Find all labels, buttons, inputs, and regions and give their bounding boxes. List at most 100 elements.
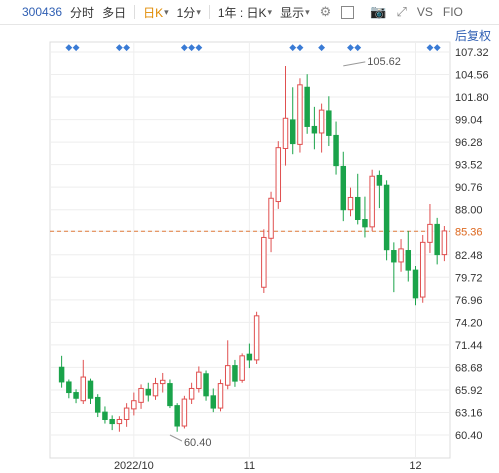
y-tick-label: 88.00 — [455, 205, 483, 217]
candle-body — [203, 373, 209, 397]
x-tick-label: 2022/10 — [114, 460, 154, 472]
candle-body — [427, 223, 433, 243]
candle — [224, 340, 231, 390]
candle — [340, 151, 347, 222]
candle — [282, 66, 289, 166]
candle — [109, 415, 115, 431]
candle — [398, 239, 404, 272]
candle — [304, 74, 310, 134]
candle — [239, 353, 245, 383]
candle-body — [326, 110, 332, 136]
candle-body — [246, 353, 253, 361]
event-marker-icon: ◆ — [347, 42, 354, 52]
candle — [434, 217, 440, 265]
candle-body — [159, 379, 166, 385]
candle — [232, 359, 238, 387]
candle-body — [131, 400, 137, 410]
y-tick-label: 68.68 — [455, 362, 483, 374]
event-marker-icon: ◆ — [426, 42, 433, 52]
max-price-annotation: 105.62 — [367, 56, 401, 68]
y-tick-label: 90.76 — [455, 182, 483, 194]
candle-body — [304, 86, 310, 127]
y-tick-label: 65.92 — [455, 385, 483, 397]
y-tick-label: 63.16 — [455, 407, 483, 419]
candle-body — [289, 119, 296, 145]
candle — [268, 191, 274, 253]
event-marker-icon: ◆ — [289, 42, 296, 52]
candle-body — [419, 241, 426, 298]
candle-body — [138, 387, 144, 403]
candle — [333, 121, 339, 175]
event-marker-icon: ◆ — [123, 42, 130, 52]
candle-body — [412, 269, 419, 299]
candle — [138, 384, 144, 409]
candle-body — [347, 196, 354, 211]
candle — [405, 230, 412, 282]
candle-body — [58, 366, 65, 383]
candle-body — [109, 418, 115, 425]
y-tick-label: 76.96 — [455, 295, 483, 307]
candle — [145, 382, 152, 402]
candle-body — [174, 405, 180, 427]
candle — [217, 379, 224, 412]
y-tick-label: 101.80 — [455, 92, 489, 104]
candle-body — [123, 407, 130, 420]
plot-frame — [49, 41, 451, 459]
x-tick-label: 11 — [244, 460, 255, 472]
candle-body — [398, 248, 404, 263]
event-marker-icon: ◆ — [195, 42, 202, 52]
candle-body — [362, 219, 368, 228]
y-tick-label: 96.28 — [455, 137, 483, 149]
y-tick-label: 107.32 — [455, 47, 489, 59]
candle-body — [188, 387, 195, 400]
candle — [152, 377, 159, 400]
candle — [376, 170, 383, 209]
candle-body — [239, 355, 245, 381]
candle — [427, 203, 433, 253]
candle — [354, 173, 361, 225]
candle-body — [66, 381, 72, 394]
candle-body — [275, 147, 282, 203]
candle — [102, 406, 108, 424]
candle — [73, 389, 79, 404]
y-tick-label: 104.56 — [455, 70, 489, 82]
candle-body — [354, 196, 361, 221]
candle-body — [318, 109, 325, 134]
candle-body — [311, 125, 318, 134]
y-tick-label: 71.44 — [455, 340, 483, 352]
event-marker-icon: ◆ — [318, 42, 325, 52]
candle-body — [383, 184, 390, 251]
candle-body — [94, 396, 101, 413]
candle — [58, 355, 65, 388]
candlestick-chart[interactable]: 107.32 104.56 101.80 99.04 96.28 93.52 90.76 88… — [0, 0, 499, 473]
x-tick-label: 12 — [409, 460, 421, 472]
candle — [369, 169, 375, 231]
candle-body — [232, 365, 238, 382]
candle — [87, 378, 94, 404]
candle-body — [405, 250, 412, 271]
candle — [419, 235, 426, 303]
candle — [123, 403, 130, 427]
candle-body — [217, 383, 224, 409]
candle-body — [167, 383, 173, 407]
candle-body — [297, 84, 303, 145]
candle-body — [333, 134, 339, 167]
candle — [297, 78, 303, 153]
y-tick-label: 79.72 — [455, 272, 483, 284]
candle — [347, 187, 354, 217]
event-marker-icon: ◆ — [188, 42, 195, 52]
candle — [383, 180, 390, 261]
candle — [66, 379, 72, 399]
candle — [196, 366, 202, 393]
candle-body — [73, 392, 79, 399]
max-annotation-leader — [343, 61, 366, 67]
ref-price-label: 85.36 — [455, 226, 483, 238]
candle — [275, 141, 282, 209]
candle — [94, 394, 101, 418]
event-marker-icon: ◆ — [181, 42, 188, 52]
candle-body — [391, 250, 397, 263]
candle-body — [80, 376, 87, 402]
candle — [311, 106, 318, 150]
candle-body — [224, 365, 231, 386]
candle — [80, 359, 87, 404]
